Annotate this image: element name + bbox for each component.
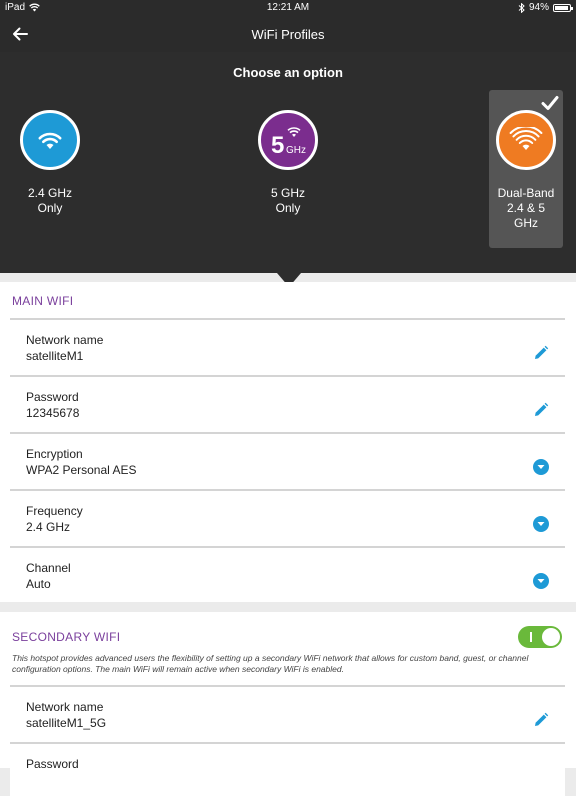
secondary-wifi-description: This hotspot provides advanced users the… <box>12 653 529 674</box>
section-title: MAIN WIFI <box>12 294 74 308</box>
frequency-field[interactable]: Frequency 2.4 GHz <box>10 489 565 543</box>
encryption-field[interactable]: Encryption WPA2 Personal AES <box>10 432 565 486</box>
field-label: Network name <box>26 700 104 714</box>
toggle-on-indicator <box>530 632 532 642</box>
field-label: Password <box>26 757 79 771</box>
field-value: WPA2 Personal AES <box>26 463 137 477</box>
nav-bar: WiFi Profiles <box>0 16 576 52</box>
band-option-panel: Choose an option 2.4 GHz Only 5 GHz 5 GH… <box>0 52 576 273</box>
option-label: 2.4 GHz Only <box>27 186 72 215</box>
field-value: satelliteM1_5G <box>26 716 107 730</box>
chevron-down-icon[interactable] <box>533 459 549 475</box>
field-label: Channel <box>26 561 71 575</box>
toggle-knob <box>542 628 560 646</box>
password-field[interactable]: Password 12345678 <box>10 375 565 429</box>
page-title: WiFi Profiles <box>251 27 325 42</box>
field-value: 12345678 <box>26 406 80 420</box>
pencil-icon[interactable] <box>533 712 549 728</box>
wifi-5ghz-icon: 5 GHz <box>258 110 318 170</box>
field-value: satelliteM1 <box>26 349 84 363</box>
secondary-network-name-field[interactable]: Network name satelliteM1_5G <box>10 685 565 739</box>
badge-sub: GHz <box>286 145 306 156</box>
pencil-icon[interactable] <box>533 402 549 418</box>
checkmark-icon <box>541 96 559 110</box>
status-time: 12:21 AM <box>266 2 310 13</box>
channel-field[interactable]: Channel Auto <box>10 546 565 600</box>
wifi-dual-icon <box>496 110 556 170</box>
option-5ghz[interactable]: 5 GHz 5 GHz Only <box>251 90 325 248</box>
chevron-down-icon[interactable] <box>533 573 549 589</box>
option-heading: Choose an option <box>233 65 343 80</box>
battery-icon <box>553 3 573 12</box>
field-label: Network name <box>26 333 104 347</box>
option-label: Dual-Band 2.4 & 5 GHz <box>497 186 555 230</box>
network-name-field[interactable]: Network name satelliteM1 <box>10 318 565 372</box>
bluetooth-icon <box>518 2 525 13</box>
chevron-down-icon[interactable] <box>533 516 549 532</box>
pencil-icon[interactable] <box>533 345 549 361</box>
field-label: Frequency <box>26 504 83 518</box>
section-title: SECONDARY WIFI <box>12 630 121 644</box>
field-label: Password <box>26 390 79 404</box>
field-value: Auto <box>26 577 51 591</box>
status-bar: iPad 12:21 AM 94% <box>0 0 576 16</box>
option-2-4ghz[interactable]: 2.4 GHz Only <box>13 90 87 248</box>
badge-main: 5 <box>271 132 284 157</box>
wifi-icon <box>20 110 80 170</box>
option-label: 5 GHz Only <box>270 186 305 215</box>
field-label: Encryption <box>26 447 83 461</box>
option-dual-band[interactable]: Dual-Band 2.4 & 5 GHz <box>489 90 563 248</box>
field-value: 2.4 GHz <box>26 520 71 534</box>
secondary-password-field[interactable]: Password <box>10 742 565 796</box>
secondary-wifi-toggle[interactable] <box>518 626 562 648</box>
battery-percent: 94% <box>528 2 549 13</box>
